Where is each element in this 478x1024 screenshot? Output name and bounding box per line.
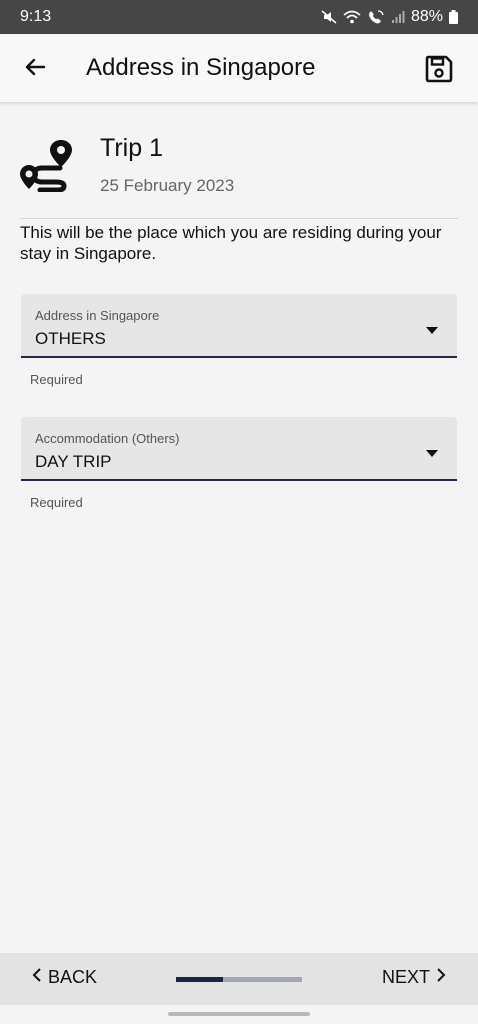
mute-icon xyxy=(321,9,337,25)
progress-bar xyxy=(176,977,302,982)
home-indicator[interactable] xyxy=(168,1012,310,1016)
trip-header: Trip 1 25 February 2023 xyxy=(20,134,460,204)
wifi-icon xyxy=(343,9,361,25)
description-text: This will be the place which you are res… xyxy=(20,223,442,263)
address-dropdown-label: Address in Singapore xyxy=(35,308,160,323)
accommodation-helper-text: Required xyxy=(30,495,83,510)
route-icon xyxy=(20,138,72,193)
divider xyxy=(20,218,458,219)
trip-name: Trip 1 xyxy=(100,134,163,162)
bottom-navigation: BACK NEXT xyxy=(0,953,478,1005)
signal-icon xyxy=(391,10,405,24)
accommodation-dropdown[interactable]: Accommodation (Others) DAY TRIP xyxy=(21,417,457,481)
wifi-calling-icon xyxy=(367,9,385,25)
status-icons: 88% xyxy=(321,8,458,26)
back-button[interactable]: BACK xyxy=(32,967,97,988)
accommodation-dropdown-label: Accommodation (Others) xyxy=(35,431,180,446)
status-time: 9:13 xyxy=(20,8,52,25)
address-dropdown[interactable]: Address in Singapore OTHERS xyxy=(21,294,457,358)
battery-percentage: 88% xyxy=(410,8,443,25)
status-bar: 9:13 88% xyxy=(0,0,478,34)
floppy-disk-icon[interactable] xyxy=(424,54,454,84)
system-nav-area xyxy=(0,1005,478,1024)
chevron-right-icon xyxy=(436,967,446,988)
back-button-label: BACK xyxy=(48,967,98,987)
progress-fill xyxy=(176,977,223,982)
dropdown-arrow-icon xyxy=(425,445,439,457)
chevron-left-icon xyxy=(32,967,42,988)
page-title: Address in Singapore xyxy=(86,54,316,81)
trip-date: 25 February 2023 xyxy=(100,176,235,195)
address-helper-text: Required xyxy=(30,372,83,387)
app-bar: Address in Singapore xyxy=(0,34,478,102)
dropdown-arrow-icon xyxy=(425,322,439,334)
next-button-label: NEXT xyxy=(381,967,430,987)
accommodation-dropdown-value: DAY TRIP xyxy=(35,452,112,471)
address-dropdown-value: OTHERS xyxy=(35,329,106,348)
arrow-left-icon[interactable] xyxy=(22,54,48,80)
battery-icon xyxy=(449,10,458,24)
next-button[interactable]: NEXT xyxy=(382,967,446,988)
